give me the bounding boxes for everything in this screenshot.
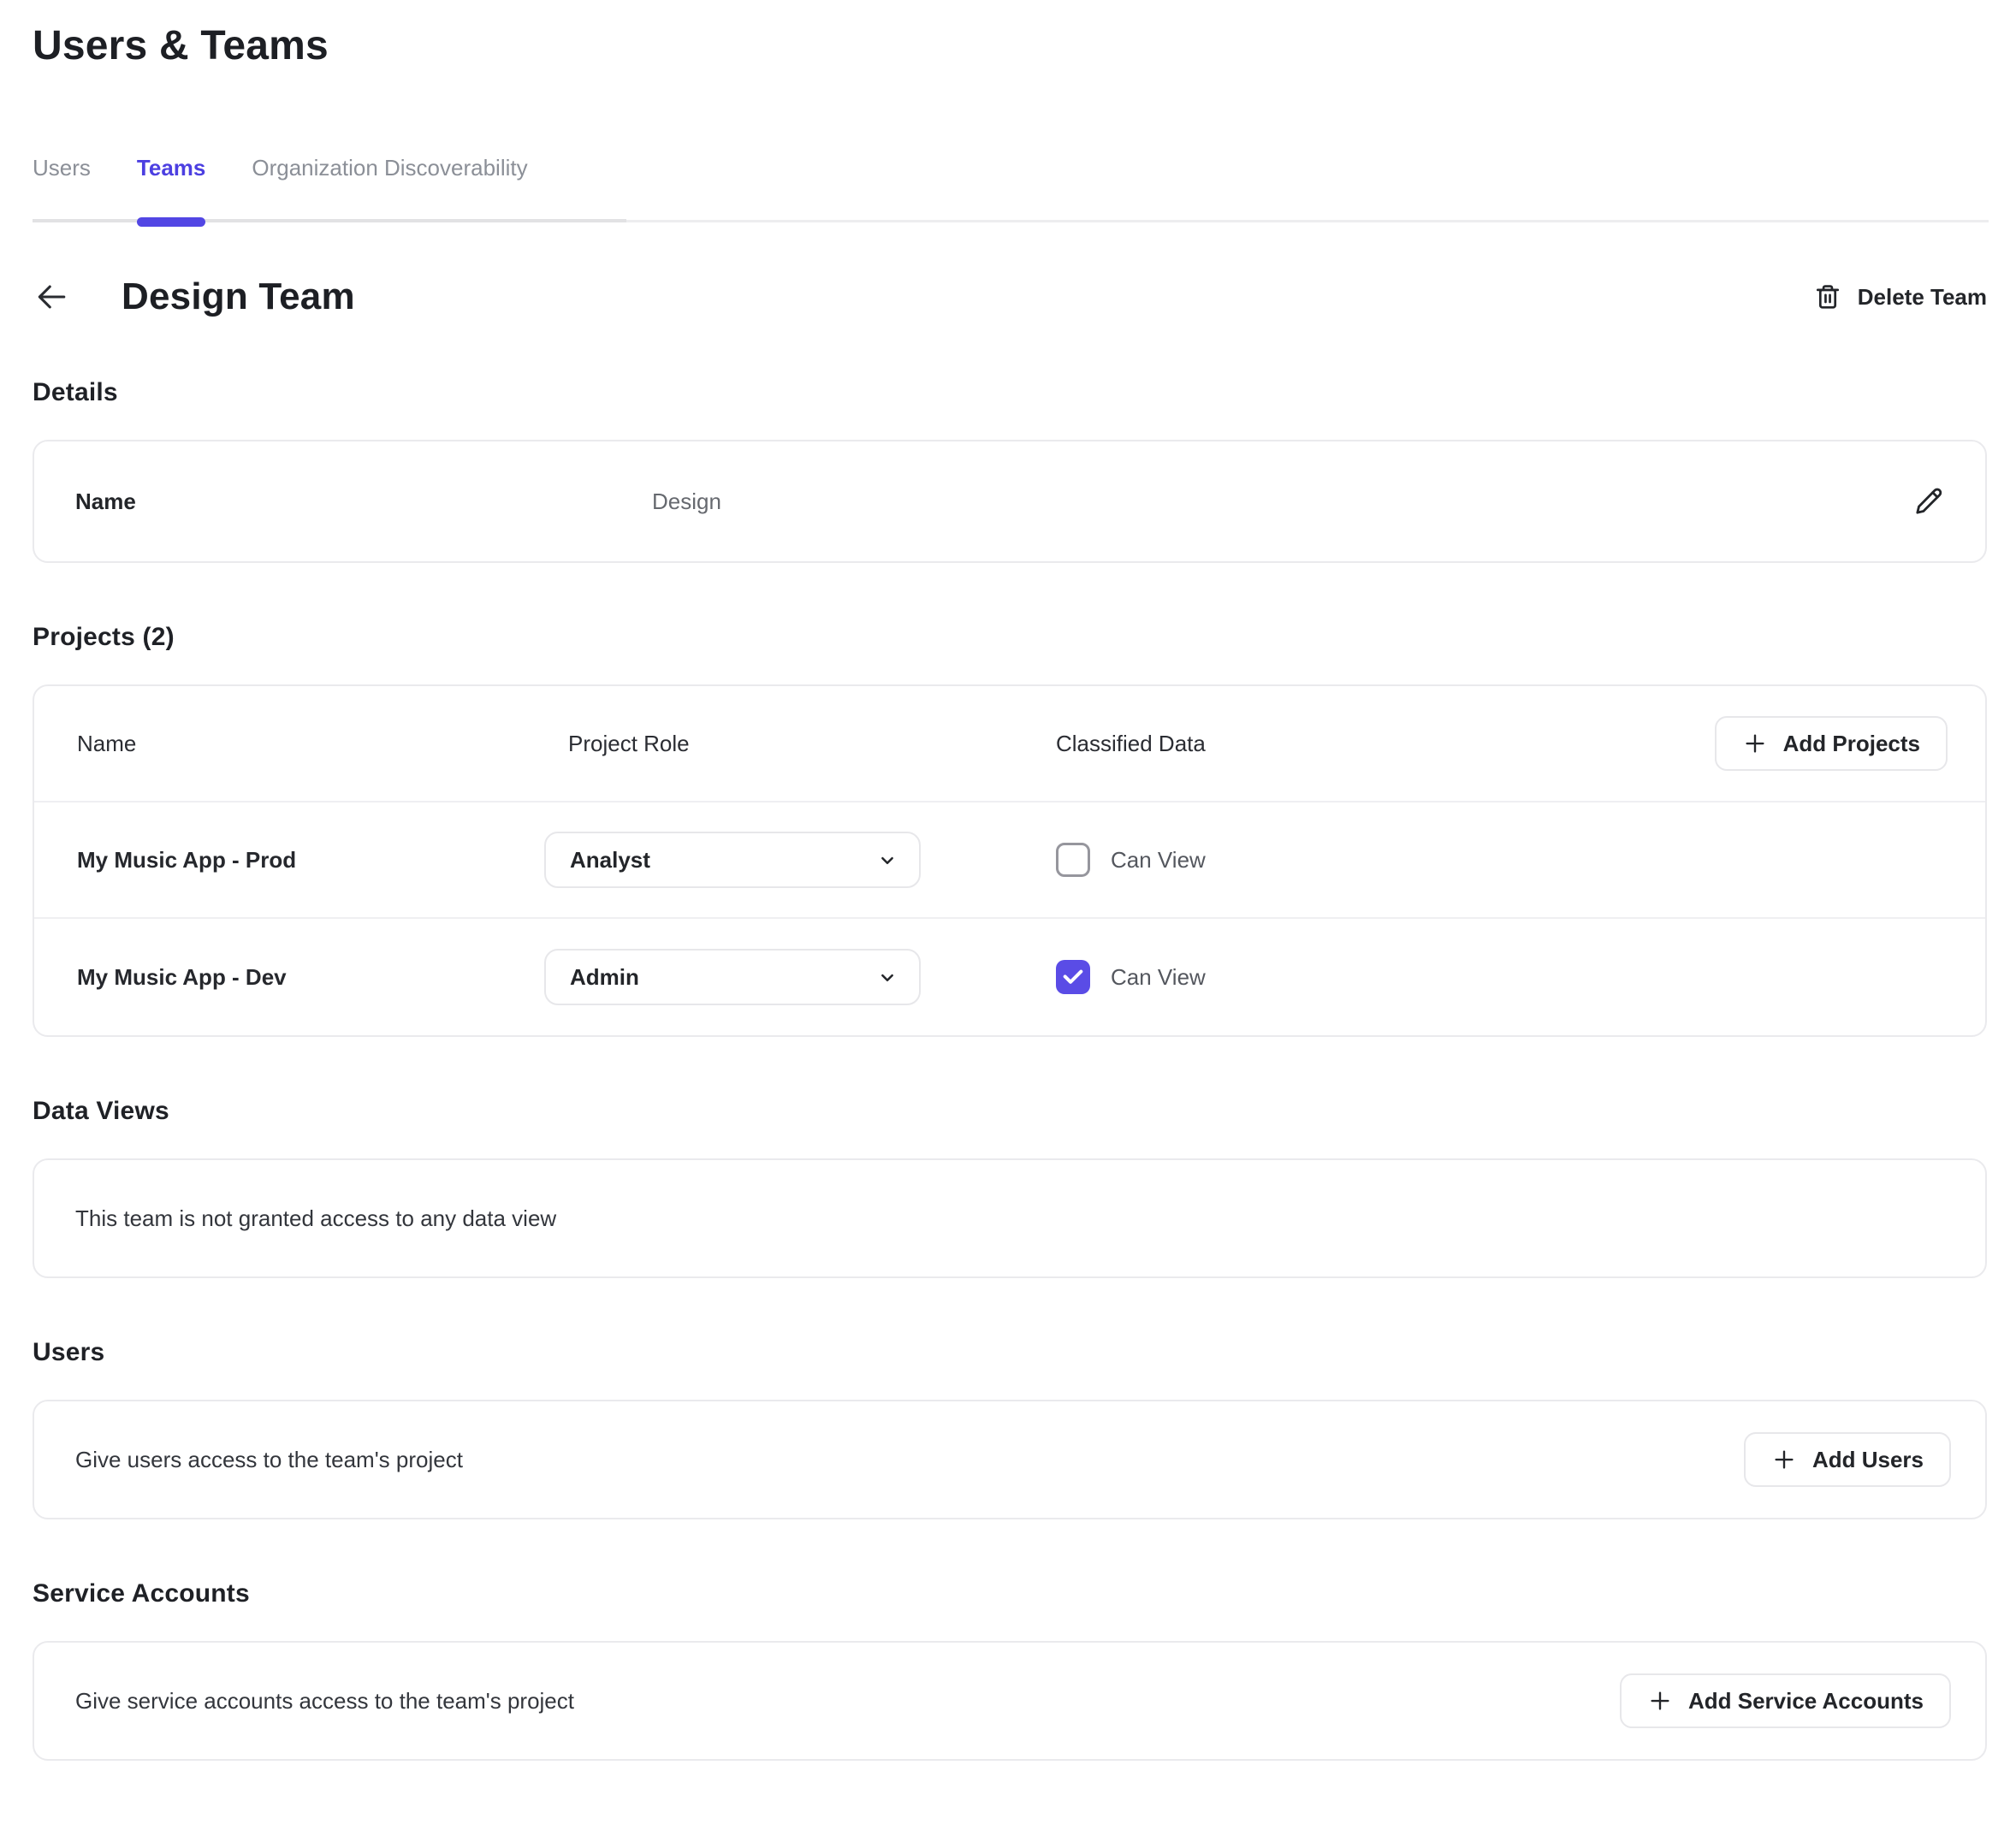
projects-heading: Projects (2)	[33, 623, 1987, 652]
project-role-select[interactable]: Analyst	[544, 832, 921, 888]
users-description: Give users access to the team's project	[75, 1447, 463, 1473]
chevron-down-icon	[875, 964, 900, 990]
data-views-empty-text: This team is not granted access to any d…	[75, 1205, 556, 1232]
check-icon	[1061, 965, 1085, 989]
plus-icon	[1771, 1447, 1797, 1472]
arrow-left-icon	[33, 278, 71, 316]
details-card: Name Design	[33, 440, 1987, 563]
column-header-name: Name	[77, 731, 544, 757]
data-views-heading: Data Views	[33, 1097, 1987, 1126]
can-view-checkbox[interactable]	[1056, 960, 1090, 994]
tab-teams[interactable]: Teams	[137, 155, 205, 222]
column-header-classified: Classified Data	[1056, 731, 1715, 757]
plus-icon	[1742, 731, 1768, 756]
plus-icon	[1647, 1688, 1673, 1714]
team-header: Design Team Delete Team	[33, 275, 1987, 318]
add-projects-button[interactable]: Add Projects	[1715, 716, 1948, 771]
page: Users & Teams Users Teams Organization D…	[0, 22, 2016, 1761]
tab-organization-discoverability[interactable]: Organization Discoverability	[252, 155, 527, 222]
classified-data-cell: Can View	[1056, 843, 1948, 877]
projects-header-row: Name Project Role Classified Data Add Pr…	[34, 686, 1985, 803]
column-header-role: Project Role	[544, 731, 1056, 757]
tab-users[interactable]: Users	[33, 155, 91, 222]
delete-team-button[interactable]: Delete Team	[1812, 281, 1987, 312]
service-accounts-description: Give service accounts access to the team…	[75, 1688, 574, 1715]
delete-team-label: Delete Team	[1858, 284, 1987, 311]
project-role-value: Admin	[570, 964, 639, 991]
edit-name-button[interactable]	[1912, 484, 1946, 518]
team-title: Design Team	[122, 275, 355, 318]
pencil-icon	[1912, 484, 1946, 518]
add-users-label: Add Users	[1812, 1447, 1924, 1473]
project-row: My Music App - Prod Analyst	[34, 803, 1985, 919]
can-view-label: Can View	[1111, 964, 1206, 991]
project-name: My Music App - Dev	[77, 964, 544, 991]
page-title: Users & Teams	[33, 22, 1987, 69]
trash-icon	[1812, 281, 1843, 312]
project-name: My Music App - Prod	[77, 847, 544, 874]
data-views-card: This team is not granted access to any d…	[33, 1158, 1987, 1278]
can-view-checkbox[interactable]	[1056, 843, 1090, 877]
service-accounts-card: Give service accounts access to the team…	[33, 1641, 1987, 1761]
details-heading: Details	[33, 378, 1987, 407]
project-role-select[interactable]: Admin	[544, 949, 921, 1005]
chevron-down-icon	[875, 847, 900, 873]
name-label: Name	[75, 489, 652, 515]
project-role-value: Analyst	[570, 847, 650, 874]
tab-bar: Users Teams Organization Discoverability	[33, 155, 1987, 222]
back-button[interactable]	[33, 277, 72, 317]
add-service-accounts-button[interactable]: Add Service Accounts	[1620, 1673, 1951, 1728]
add-users-button[interactable]: Add Users	[1744, 1432, 1951, 1487]
projects-card: Name Project Role Classified Data Add Pr…	[33, 684, 1987, 1037]
add-projects-label: Add Projects	[1783, 731, 1920, 757]
service-accounts-heading: Service Accounts	[33, 1579, 1987, 1608]
users-heading: Users	[33, 1338, 1987, 1367]
classified-data-cell: Can View	[1056, 960, 1948, 994]
add-service-accounts-label: Add Service Accounts	[1688, 1688, 1924, 1715]
project-row: My Music App - Dev Admin	[34, 919, 1985, 1035]
can-view-label: Can View	[1111, 847, 1206, 874]
users-card: Give users access to the team's project …	[33, 1400, 1987, 1519]
name-value: Design	[652, 489, 1912, 515]
